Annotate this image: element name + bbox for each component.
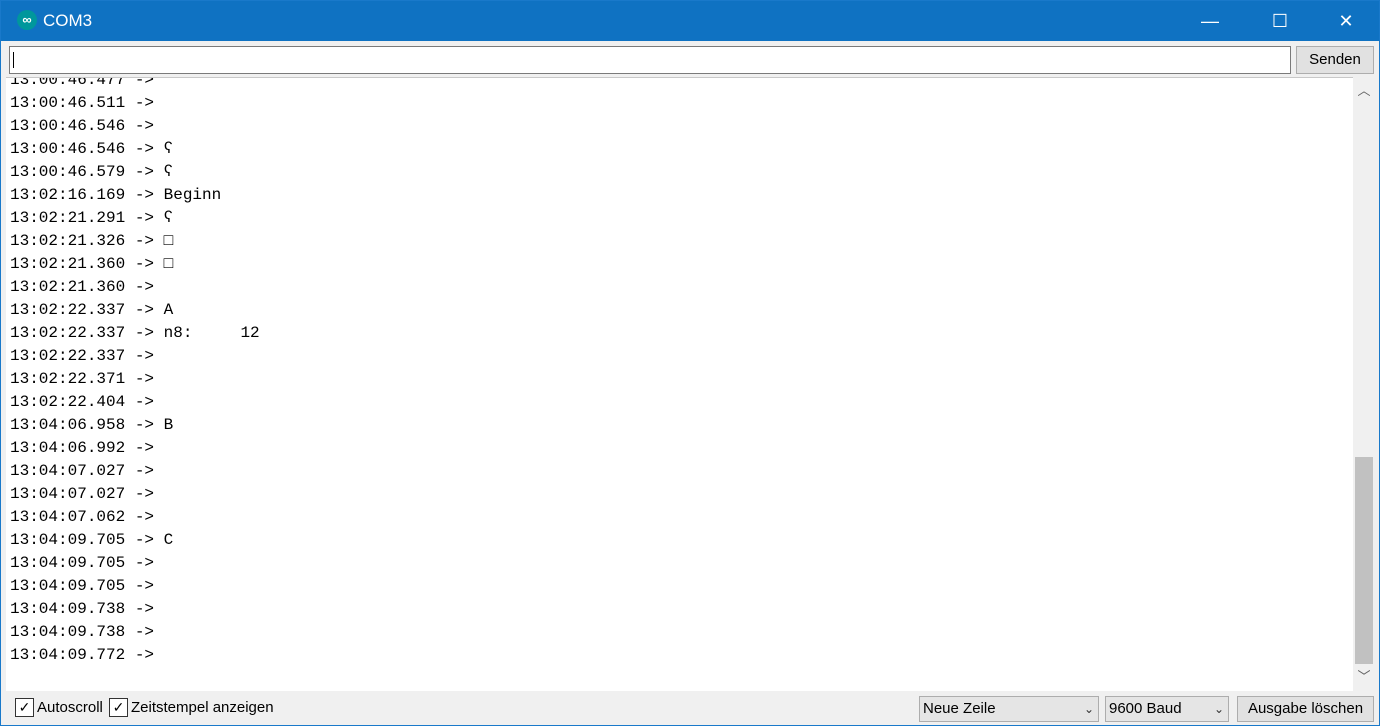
output-line: 13:04:06.992 -> [10, 439, 155, 457]
output-line: 13:02:22.337 -> A [10, 301, 174, 319]
vertical-scrollbar[interactable]: ︿ ﹀ [1353, 77, 1375, 691]
minimize-icon: — [1201, 11, 1219, 31]
output-line: 13:04:09.738 -> [10, 600, 155, 618]
output-line: 13:04:07.062 -> [10, 508, 155, 526]
output-line: 13:00:46.579 -> ʕ [10, 163, 174, 181]
output-line: 13:04:09.738 -> [10, 623, 155, 641]
arduino-icon: ∞ [17, 10, 37, 30]
output-line: 13:00:46.477 -> [10, 77, 155, 89]
output-line: 13:04:09.772 -> [10, 646, 155, 664]
checkmark-icon: ✓ [112, 699, 125, 715]
output-line: 13:02:21.360 -> □ [10, 255, 174, 273]
title-bar: ∞ COM3 — ☐ ✕ [1, 1, 1379, 41]
output-line: 13:04:09.705 -> C [10, 531, 174, 549]
output-line: 13:04:09.705 -> [10, 554, 155, 572]
output-lines: 13:00:46.477 -> 13:00:46.511 -> 13:00:46.5… [10, 77, 260, 667]
window-title: COM3 [43, 11, 93, 30]
output-line: 13:02:22.337 -> [10, 347, 155, 365]
close-button[interactable]: ✕ [1313, 1, 1379, 41]
chevron-down-icon: ⌄ [1083, 702, 1094, 716]
send-button[interactable]: Senden [1296, 46, 1374, 74]
timestamp-label: Zeitstempel anzeigen [131, 699, 274, 716]
status-bar: ✓ Autoscroll ✓ Zeitstempel anzeigen Neue… [1, 691, 1379, 725]
maximize-button[interactable]: ☐ [1247, 1, 1313, 41]
output-line: 13:00:46.546 -> [10, 117, 155, 135]
output-line: 13:02:16.169 -> Beginn [10, 186, 222, 204]
close-icon: ✕ [1338, 11, 1354, 31]
output-line: 13:04:07.027 -> [10, 485, 155, 503]
autoscroll-label: Autoscroll [37, 699, 103, 716]
line-ending-value: Neue Zeile [923, 700, 996, 717]
output-line: 13:02:21.291 -> ʕ [10, 209, 174, 227]
chevron-down-icon: ⌄ [1213, 702, 1224, 716]
serial-monitor-window: ∞ COM3 — ☐ ✕ Senden 13:00:46.477 -> 13:00… [0, 0, 1380, 726]
output-line: 13:02:22.404 -> [10, 393, 155, 411]
maximize-icon: ☐ [1271, 11, 1289, 31]
clear-output-button[interactable]: Ausgabe löschen [1237, 696, 1374, 722]
autoscroll-checkbox[interactable]: ✓ [15, 698, 34, 717]
minimize-button[interactable]: — [1177, 1, 1243, 41]
scroll-down-icon[interactable]: ﹀ [1353, 665, 1375, 689]
output-line: 13:02:22.337 -> n8: 12 [10, 324, 260, 342]
line-ending-select[interactable]: Neue Zeile ⌄ [919, 696, 1099, 722]
baud-rate-value: 9600 Baud [1109, 700, 1182, 717]
timestamp-checkbox[interactable]: ✓ [109, 698, 128, 717]
scroll-up-icon[interactable]: ︿ [1353, 79, 1375, 103]
baud-rate-select[interactable]: 9600 Baud ⌄ [1105, 696, 1229, 722]
send-row: Senden [1, 41, 1379, 77]
output-line: 13:04:09.705 -> [10, 577, 155, 595]
output-line: 13:04:07.027 -> [10, 462, 155, 480]
output-line: 13:00:46.546 -> ʕ [10, 140, 174, 158]
output-line: 13:00:46.511 -> [10, 94, 155, 112]
output-line: 13:02:21.326 -> □ [10, 232, 174, 250]
serial-output[interactable]: 13:00:46.477 -> 13:00:46.511 -> 13:00:46.5… [6, 77, 1353, 692]
text-caret [13, 52, 14, 68]
output-line: 13:02:21.360 -> [10, 278, 155, 296]
send-input[interactable] [9, 46, 1291, 74]
scroll-thumb[interactable] [1355, 457, 1373, 664]
checkmark-icon: ✓ [18, 699, 31, 715]
output-line: 13:04:06.958 -> B [10, 416, 174, 434]
output-line: 13:02:22.371 -> [10, 370, 155, 388]
